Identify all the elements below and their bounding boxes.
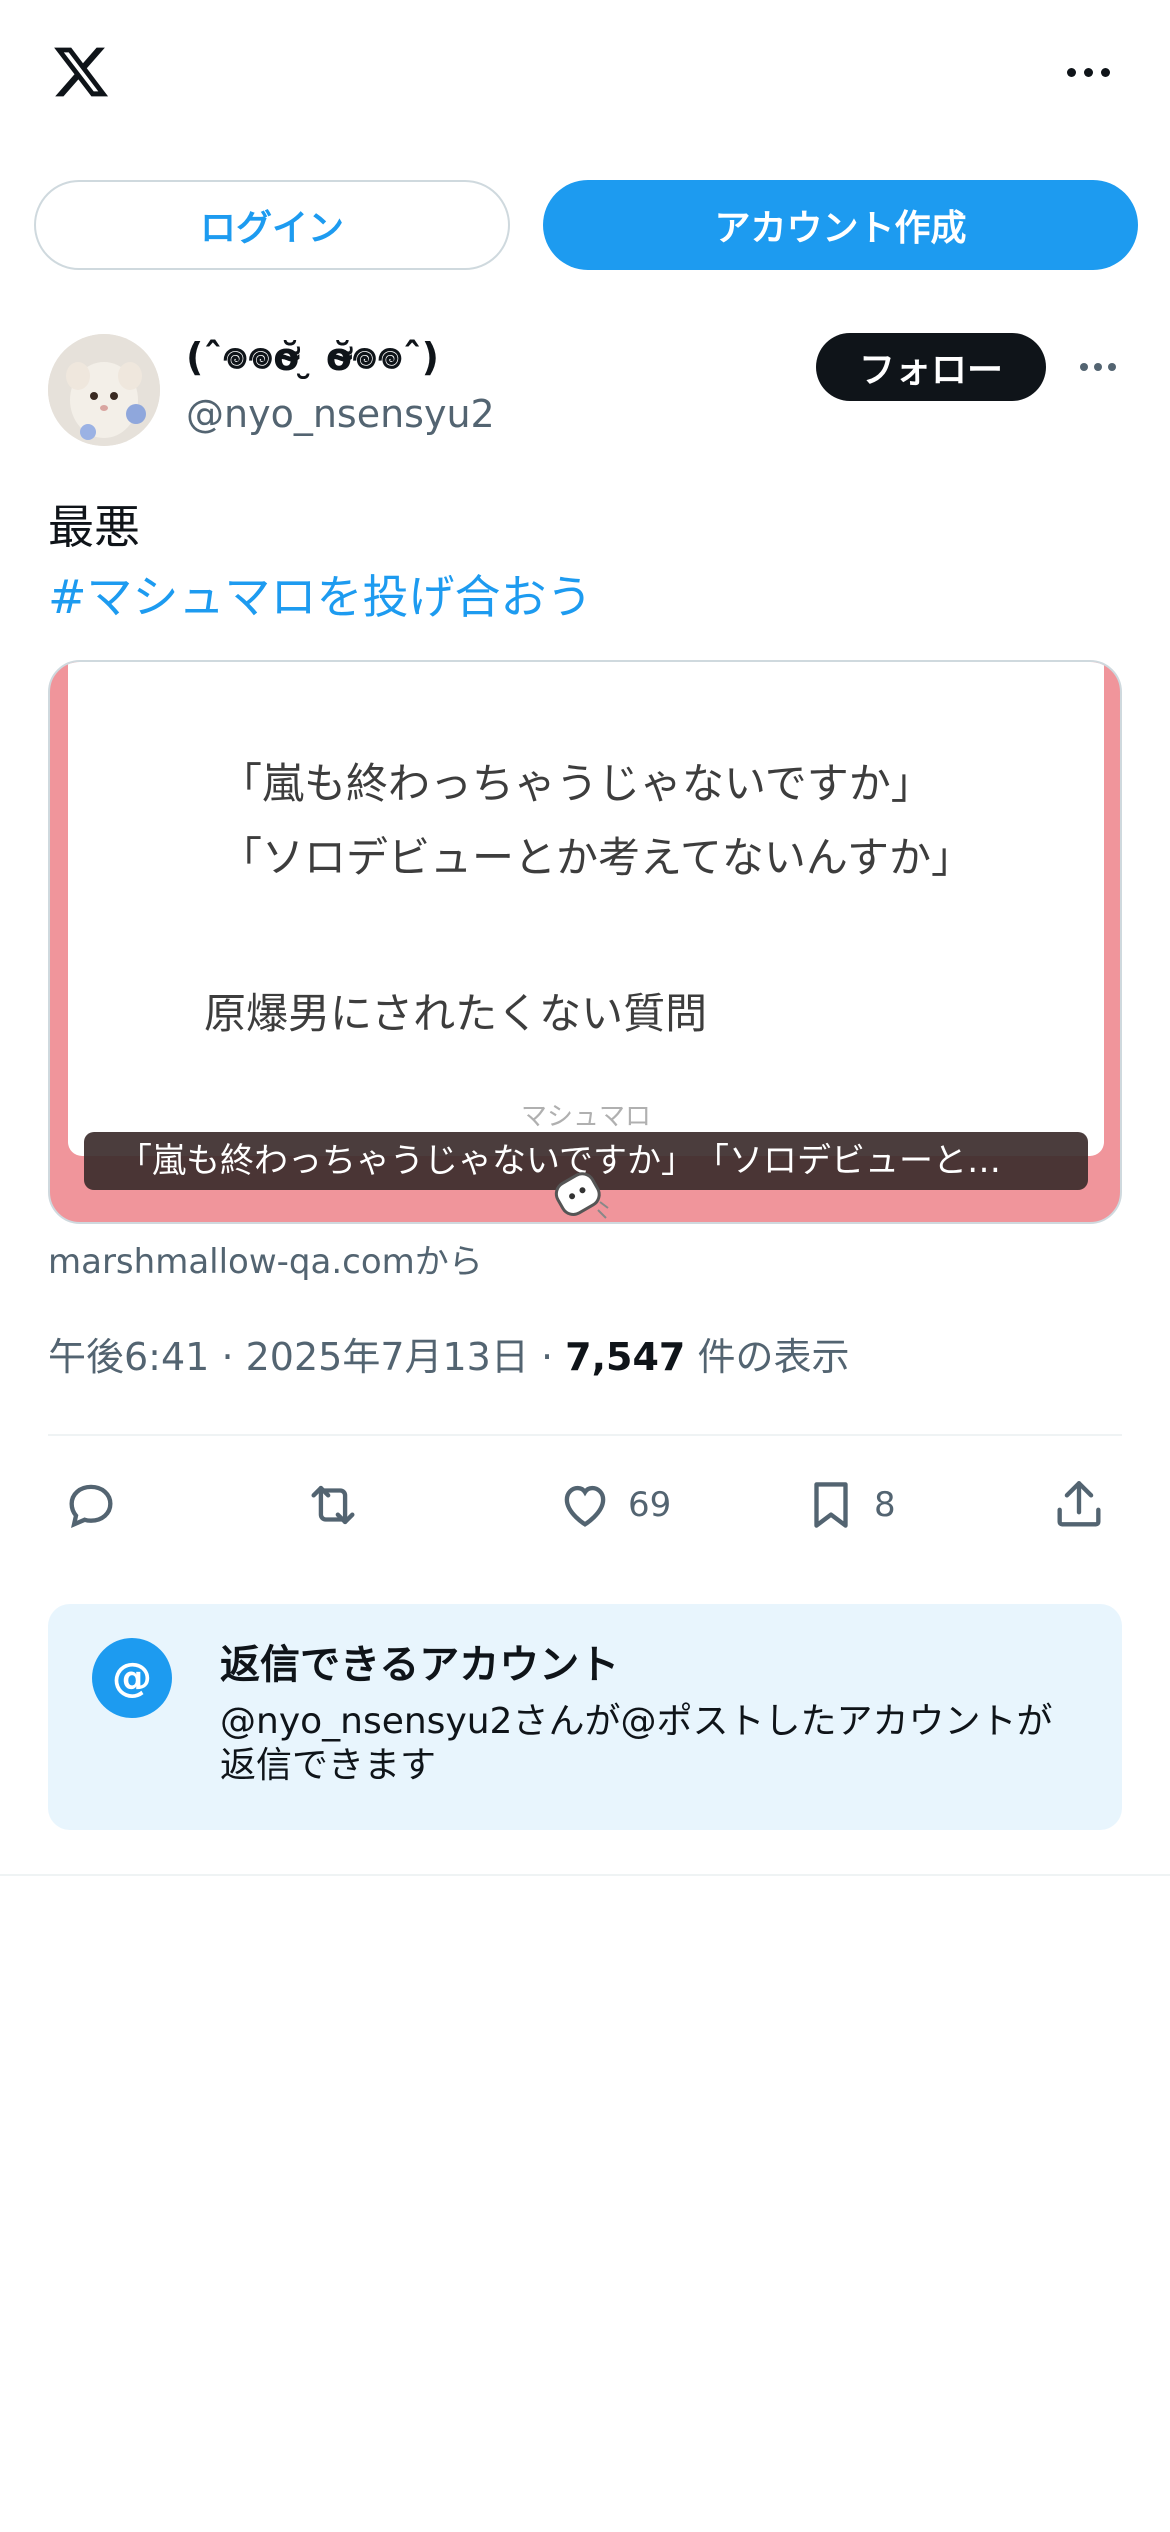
post-meta: 午後6:41 · 2025年7月13日 · 7,547 件の表示	[48, 1326, 849, 1381]
reply-restriction-title: 返信できるアカウント	[220, 1642, 620, 1688]
tweet-text: 最悪 #マシュマロを投げ合おう	[48, 492, 593, 632]
bookmark-button[interactable]: 8	[802, 1470, 896, 1540]
x-logo-icon[interactable]	[48, 42, 114, 102]
repost-icon	[311, 1485, 355, 1525]
login-button[interactable]: ログイン	[34, 180, 510, 270]
hashtag-link[interactable]: #マシュマロを投げ合おう	[48, 562, 593, 632]
tweet-page: ログイン アカウント作成 (ˆ𖦹𖦹ơ̴̴̆ ̮ ơ̴̴̆𖦹𖦹ˆ) @nyo_ns…	[0, 0, 1170, 2532]
post-date[interactable]: 2025年7月13日	[246, 1335, 529, 1379]
post-time[interactable]: 午後6:41	[48, 1335, 209, 1379]
like-button[interactable]: 69	[556, 1470, 671, 1540]
author-handle[interactable]: @nyo_nsensyu2	[186, 392, 495, 436]
card-text-line: 「嵐も終わっちゃうじゃないですか」	[220, 759, 933, 808]
views-count: 7,547	[565, 1335, 686, 1379]
views-label: 件の表示	[697, 1335, 850, 1379]
card-image: 「嵐も終わっちゃうじゃないですか」 「ソロデビューとか考えてないんすか」 原爆男…	[68, 662, 1104, 1156]
bookmark-icon	[814, 1482, 848, 1528]
meta-separator: ·	[540, 1335, 554, 1379]
divider	[48, 1434, 1122, 1436]
top-bar	[0, 0, 1170, 150]
share-icon	[1057, 1481, 1101, 1527]
repost-button[interactable]	[304, 1470, 362, 1540]
reply-button[interactable]	[62, 1470, 120, 1540]
follow-button[interactable]: フォロー	[816, 333, 1046, 401]
mention-icon: @	[92, 1638, 172, 1718]
divider	[0, 1874, 1170, 1876]
like-count: 69	[628, 1485, 672, 1525]
post-more-icon[interactable]	[1076, 352, 1120, 382]
create-account-button[interactable]: アカウント作成	[543, 180, 1138, 270]
card-text-line: 「ソロデビューとか考えてないんすか」	[220, 833, 974, 882]
heart-icon	[564, 1485, 606, 1527]
tweet-text-line: 最悪	[48, 500, 140, 554]
card-brand-label: マシュマロ	[520, 1102, 651, 1132]
author-display-name[interactable]: (ˆ𖦹𖦹ơ̴̴̆ ̮ ơ̴̴̆𖦹𖦹ˆ)	[186, 330, 439, 382]
bookmark-count: 8	[874, 1485, 896, 1525]
avatar-image	[48, 334, 160, 446]
reply-restriction-description: @nyo_nsensyu2さんが@ポストしたアカウントが返信できます	[220, 1701, 1053, 1786]
link-card[interactable]: 「嵐も終わっちゃうじゃないですか」 「ソロデビューとか考えてないんすか」 原爆男…	[48, 660, 1122, 1224]
avatar[interactable]	[48, 334, 160, 446]
card-text-line: 原爆男にされたくない質問	[204, 989, 708, 1038]
card-source-domain[interactable]: marshmallow-qa.comから	[48, 1234, 483, 1283]
reply-icon	[69, 1484, 113, 1529]
meta-separator: ·	[221, 1335, 234, 1379]
marshmallow-mascot-icon	[554, 1172, 609, 1219]
share-button[interactable]	[1050, 1470, 1108, 1540]
reply-restriction-box: @ 返信できるアカウント @nyo_nsensyu2さんが@ポストしたアカウント…	[48, 1604, 1122, 1830]
more-horizontal-icon[interactable]	[1060, 56, 1116, 88]
